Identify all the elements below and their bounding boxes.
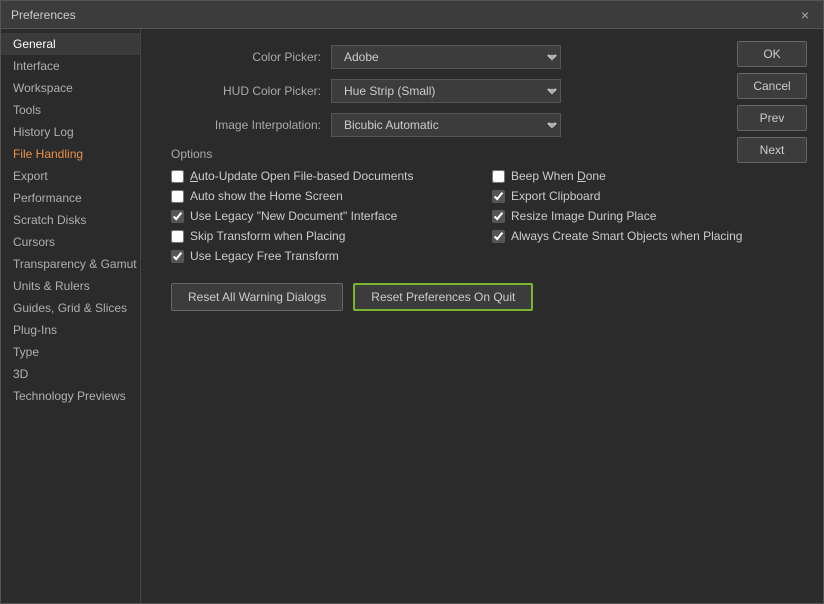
options-label: Options xyxy=(171,147,803,161)
ok-button[interactable]: OK xyxy=(737,41,807,67)
options-section: Options Auto-Update Open File-based Docu… xyxy=(161,147,803,263)
bottom-buttons-row: Reset All Warning Dialogs Reset Preferen… xyxy=(161,283,803,311)
close-button[interactable]: × xyxy=(797,6,813,24)
resize-image-checkbox[interactable] xyxy=(492,210,505,223)
sidebar-item-export[interactable]: Export xyxy=(1,165,140,187)
beep-checkbox[interactable] xyxy=(492,170,505,183)
checkbox-skip-transform: Skip Transform when Placing xyxy=(171,229,472,243)
checkbox-resize-image: Resize Image During Place xyxy=(492,209,793,223)
dialog-body: General Interface Workspace Tools Histor… xyxy=(1,29,823,603)
main-content: Color Picker: Adobe HUD Color Picker: Hu… xyxy=(141,29,823,603)
reset-warnings-button[interactable]: Reset All Warning Dialogs xyxy=(171,283,343,311)
sidebar-item-type[interactable]: Type xyxy=(1,341,140,363)
sidebar-item-interface[interactable]: Interface xyxy=(1,55,140,77)
next-button[interactable]: Next xyxy=(737,137,807,163)
checkbox-smart-objects: Always Create Smart Objects when Placing xyxy=(492,229,793,243)
dialog-title: Preferences xyxy=(11,8,76,22)
checkbox-auto-update: Auto-Update Open File-based Documents xyxy=(171,169,472,183)
sidebar-item-tools[interactable]: Tools xyxy=(1,99,140,121)
export-clipboard-label[interactable]: Export Clipboard xyxy=(511,189,600,203)
hud-color-picker-label: HUD Color Picker: xyxy=(161,84,321,98)
skip-transform-label[interactable]: Skip Transform when Placing xyxy=(190,229,345,243)
sidebar-item-general[interactable]: General xyxy=(1,33,140,55)
title-bar: Preferences × xyxy=(1,1,823,29)
sidebar-item-plug-ins[interactable]: Plug-Ins xyxy=(1,319,140,341)
checkbox-legacy-new-doc: Use Legacy "New Document" Interface xyxy=(171,209,472,223)
checkbox-home-screen: Auto show the Home Screen xyxy=(171,189,472,203)
hud-color-picker-row: HUD Color Picker: Hue Strip (Small) xyxy=(161,79,803,103)
hud-color-picker-select-wrapper: Hue Strip (Small) xyxy=(331,79,561,103)
auto-update-checkbox[interactable] xyxy=(171,170,184,183)
legacy-new-doc-label[interactable]: Use Legacy "New Document" Interface xyxy=(190,209,397,223)
image-interpolation-select-wrapper: Bicubic Automatic xyxy=(331,113,561,137)
sidebar-item-history-log[interactable]: History Log xyxy=(1,121,140,143)
sidebar-item-technology-previews[interactable]: Technology Previews xyxy=(1,385,140,407)
color-picker-select[interactable]: Adobe xyxy=(331,45,561,69)
export-clipboard-checkbox[interactable] xyxy=(492,190,505,203)
checkbox-export-clipboard: Export Clipboard xyxy=(492,189,793,203)
legacy-free-transform-label[interactable]: Use Legacy Free Transform xyxy=(190,249,339,263)
resize-image-label[interactable]: Resize Image During Place xyxy=(511,209,656,223)
hud-color-picker-select[interactable]: Hue Strip (Small) xyxy=(331,79,561,103)
preferences-dialog: Preferences × General Interface Workspac… xyxy=(0,0,824,604)
sidebar-item-file-handling[interactable]: File Handling xyxy=(1,143,140,165)
sidebar: General Interface Workspace Tools Histor… xyxy=(1,29,141,603)
legacy-free-transform-checkbox[interactable] xyxy=(171,250,184,263)
auto-update-label[interactable]: Auto-Update Open File-based Documents xyxy=(190,169,413,183)
home-screen-checkbox[interactable] xyxy=(171,190,184,203)
sidebar-item-guides-grid-slices[interactable]: Guides, Grid & Slices xyxy=(1,297,140,319)
image-interpolation-select[interactable]: Bicubic Automatic xyxy=(331,113,561,137)
legacy-new-doc-checkbox[interactable] xyxy=(171,210,184,223)
smart-objects-checkbox[interactable] xyxy=(492,230,505,243)
cancel-button[interactable]: Cancel xyxy=(737,73,807,99)
color-picker-row: Color Picker: Adobe xyxy=(161,45,803,69)
sidebar-item-cursors[interactable]: Cursors xyxy=(1,231,140,253)
right-action-buttons: OK Cancel Prev Next xyxy=(737,41,807,163)
color-picker-label: Color Picker: xyxy=(161,50,321,64)
smart-objects-label[interactable]: Always Create Smart Objects when Placing xyxy=(511,229,742,243)
prev-button[interactable]: Prev xyxy=(737,105,807,131)
home-screen-label[interactable]: Auto show the Home Screen xyxy=(190,189,343,203)
beep-label[interactable]: Beep When Done xyxy=(511,169,606,183)
sidebar-item-units-rulers[interactable]: Units & Rulers xyxy=(1,275,140,297)
sidebar-item-performance[interactable]: Performance xyxy=(1,187,140,209)
image-interpolation-label: Image Interpolation: xyxy=(161,118,321,132)
reset-prefs-button[interactable]: Reset Preferences On Quit xyxy=(353,283,533,311)
image-interpolation-row: Image Interpolation: Bicubic Automatic xyxy=(161,113,803,137)
sidebar-item-3d[interactable]: 3D xyxy=(1,363,140,385)
color-picker-select-wrapper: Adobe xyxy=(331,45,561,69)
sidebar-item-workspace[interactable]: Workspace xyxy=(1,77,140,99)
skip-transform-checkbox[interactable] xyxy=(171,230,184,243)
options-grid: Auto-Update Open File-based Documents Be… xyxy=(161,169,803,263)
checkbox-beep: Beep When Done xyxy=(492,169,793,183)
sidebar-item-transparency-gamut[interactable]: Transparency & Gamut xyxy=(1,253,140,275)
checkbox-legacy-free-transform: Use Legacy Free Transform xyxy=(171,249,472,263)
sidebar-item-scratch-disks[interactable]: Scratch Disks xyxy=(1,209,140,231)
